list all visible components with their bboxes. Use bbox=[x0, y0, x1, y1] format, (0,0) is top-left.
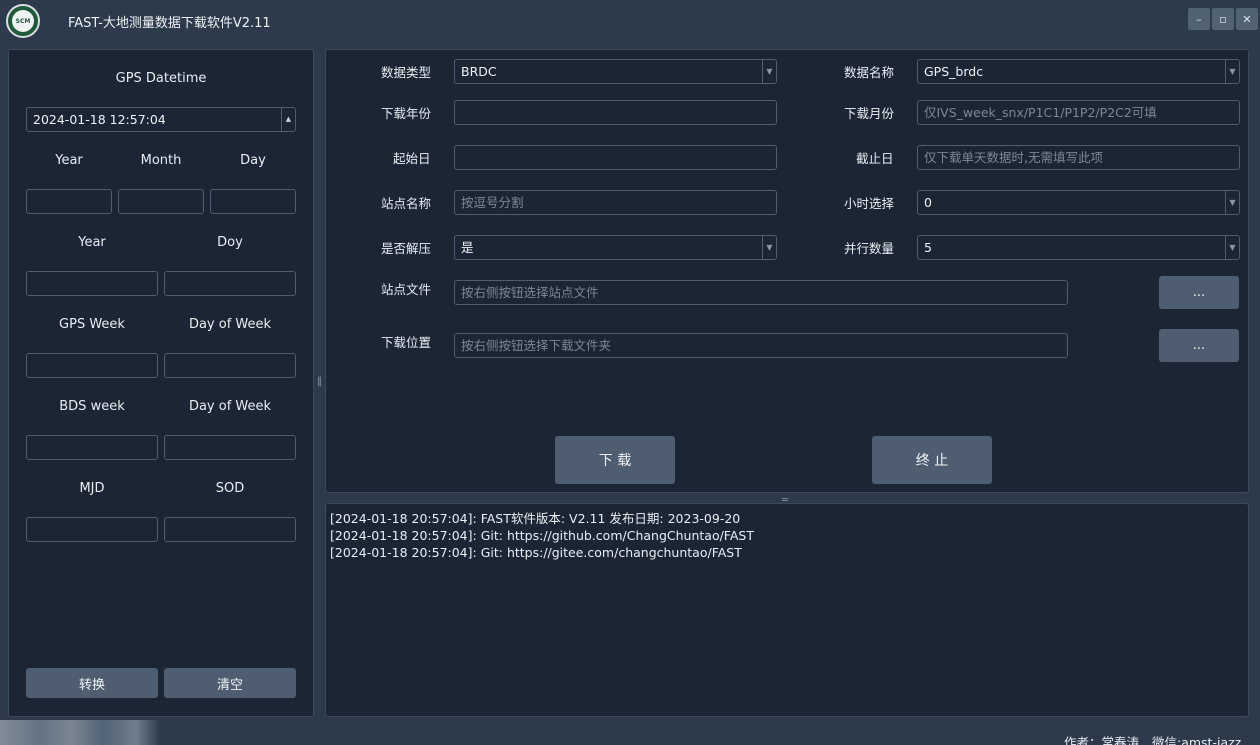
chevron-down-icon[interactable]: ▼ bbox=[1225, 236, 1239, 259]
download-year-label: 下载年份 bbox=[381, 106, 432, 121]
doy-label: Doy bbox=[217, 235, 243, 250]
day-input[interactable] bbox=[210, 189, 296, 214]
log-output: [2024-01-18 20:57:04]: FAST软件版本: V2.11 发… bbox=[330, 510, 754, 561]
month-input[interactable] bbox=[118, 189, 204, 214]
data-name-select[interactable]: GPS_brdc ▼ bbox=[917, 59, 1240, 84]
gps-dow-input[interactable] bbox=[164, 353, 296, 378]
bds-dow-input[interactable] bbox=[164, 435, 296, 460]
author-label: 作者：常春涛 bbox=[1064, 735, 1140, 745]
convert-button[interactable]: 转换 bbox=[26, 668, 158, 698]
doy-input[interactable] bbox=[164, 271, 296, 296]
unzip-select[interactable]: 是 ▼ bbox=[454, 235, 777, 260]
day-label: Day bbox=[240, 153, 266, 168]
hour-select[interactable]: 0 ▼ bbox=[917, 190, 1240, 215]
download-year-input[interactable] bbox=[454, 100, 777, 125]
download-month-label: 下载月份 bbox=[844, 106, 895, 121]
spin-arrows[interactable]: ▲ ▼ bbox=[281, 108, 295, 131]
data-type-value: BRDC bbox=[461, 64, 497, 79]
unzip-label: 是否解压 bbox=[381, 241, 432, 256]
bds-week-label: BDS week bbox=[59, 399, 125, 414]
chevron-down-icon[interactable]: ▼ bbox=[1225, 60, 1239, 83]
spin-down-icon[interactable]: ▼ bbox=[282, 131, 295, 132]
vertical-splitter-handle[interactable]: ‖ bbox=[317, 376, 322, 387]
parallel-select[interactable]: 5 ▼ bbox=[917, 235, 1240, 260]
download-dir-label: 下载位置 bbox=[381, 335, 432, 350]
browse-station-file-button[interactable]: ... bbox=[1159, 276, 1239, 309]
clear-button[interactable]: 清空 bbox=[164, 668, 296, 698]
unzip-value: 是 bbox=[461, 240, 474, 255]
wechat-label: 微信:amst-jazz bbox=[1152, 735, 1242, 745]
sod-input[interactable] bbox=[164, 517, 296, 542]
gps-datetime-label: GPS Datetime bbox=[115, 71, 207, 86]
year2-input[interactable] bbox=[26, 271, 158, 296]
year-input[interactable] bbox=[26, 189, 112, 214]
gps-dow-label: Day of Week bbox=[188, 317, 272, 332]
chevron-down-icon[interactable]: ▼ bbox=[762, 60, 776, 83]
download-dir-input[interactable]: 按右侧按钮选择下载文件夹 bbox=[454, 333, 1068, 358]
datetime-spinbox[interactable]: 2024-01-18 12:57:04 ▲ ▼ bbox=[26, 107, 296, 132]
mjd-label: MJD bbox=[79, 481, 105, 496]
sod-label: SOD bbox=[215, 481, 245, 496]
end-day-label: 截止日 bbox=[856, 151, 894, 166]
blurred-region bbox=[0, 720, 160, 745]
gps-week-label: GPS Week bbox=[59, 317, 125, 332]
station-name-label: 站点名称 bbox=[381, 196, 432, 211]
logo-emblem-icon: SCM bbox=[12, 10, 34, 32]
start-day-label: 起始日 bbox=[393, 151, 431, 166]
app-logo: SCM bbox=[6, 4, 40, 38]
start-day-input[interactable] bbox=[454, 145, 777, 170]
stop-button[interactable]: 终 止 bbox=[872, 436, 992, 484]
log-line: [2024-01-18 20:57:04]: Git: https://gite… bbox=[330, 545, 742, 560]
window-title: FAST-大地测量数据下载软件V2.11 bbox=[68, 16, 271, 31]
browse-download-dir-button[interactable]: ... bbox=[1159, 329, 1239, 362]
bds-week-input[interactable] bbox=[26, 435, 158, 460]
title-bar: SCM FAST-大地测量数据下载软件V2.11 – ▫ ✕ bbox=[0, 0, 1260, 44]
data-name-value: GPS_brdc bbox=[924, 64, 984, 79]
close-button[interactable]: ✕ bbox=[1236, 8, 1258, 30]
station-name-input[interactable]: 按逗号分割 bbox=[454, 190, 777, 215]
hour-label: 小时选择 bbox=[844, 196, 895, 211]
maximize-button[interactable]: ▫ bbox=[1212, 8, 1234, 30]
data-type-label: 数据类型 bbox=[381, 65, 432, 80]
year2-label: Year bbox=[78, 235, 106, 250]
parallel-value: 5 bbox=[924, 240, 932, 255]
station-file-input[interactable]: 按右侧按钮选择站点文件 bbox=[454, 280, 1068, 305]
log-line: [2024-01-18 20:57:04]: Git: https://gith… bbox=[330, 528, 754, 543]
download-month-input[interactable]: 仅IVS_week_snx/P1C1/P1P2/P2C2可填 bbox=[917, 100, 1240, 125]
spin-up-icon[interactable]: ▲ bbox=[282, 108, 295, 131]
gps-week-input[interactable] bbox=[26, 353, 158, 378]
download-button[interactable]: 下 载 bbox=[555, 436, 675, 484]
year-label: Year bbox=[55, 153, 83, 168]
log-line: [2024-01-18 20:57:04]: FAST软件版本: V2.11 发… bbox=[330, 511, 741, 526]
chevron-down-icon[interactable]: ▼ bbox=[762, 236, 776, 259]
data-type-select[interactable]: BRDC ▼ bbox=[454, 59, 777, 84]
time-conversion-panel bbox=[8, 49, 314, 717]
bds-dow-label: Day of Week bbox=[188, 399, 272, 414]
datetime-value: 2024-01-18 12:57:04 bbox=[33, 112, 166, 127]
chevron-down-icon[interactable]: ▼ bbox=[1225, 191, 1239, 214]
hour-value: 0 bbox=[924, 195, 932, 210]
minimize-button[interactable]: – bbox=[1188, 8, 1210, 30]
end-day-input[interactable]: 仅下载单天数据时,无需填写此项 bbox=[917, 145, 1240, 170]
month-label: Month bbox=[140, 153, 182, 168]
station-file-label: 站点文件 bbox=[381, 282, 432, 297]
data-name-label: 数据名称 bbox=[844, 65, 895, 80]
parallel-label: 并行数量 bbox=[844, 241, 895, 256]
mjd-input[interactable] bbox=[26, 517, 158, 542]
